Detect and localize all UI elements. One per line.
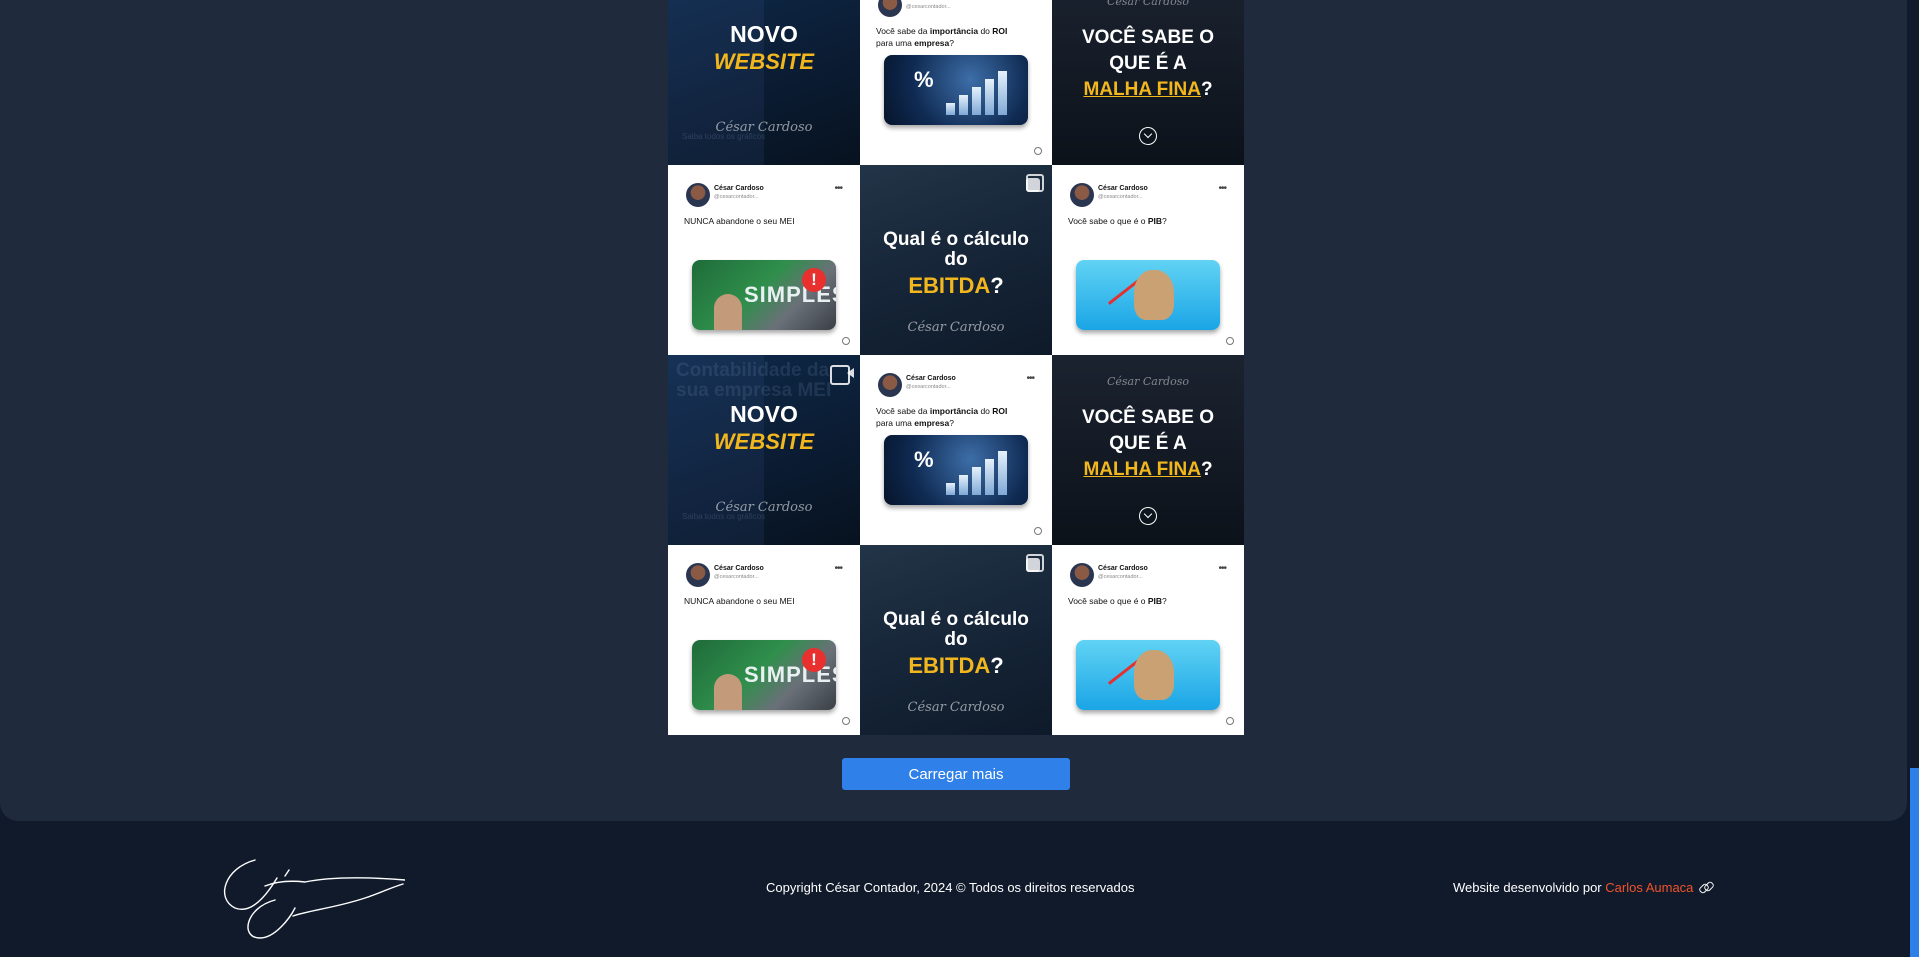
chevron-down-icon bbox=[1139, 507, 1157, 525]
post-signature: César Cardoso bbox=[907, 700, 1005, 715]
tweet-text: Você sabe da importância do ROI para uma … bbox=[876, 26, 1008, 48]
post-title: NOVO bbox=[730, 21, 798, 47]
post-caption: Saiba todos os gráficos bbox=[682, 132, 766, 141]
post-signature: César Cardoso bbox=[1106, 375, 1190, 388]
post-caption: Saiba todos os gráficos bbox=[682, 512, 766, 521]
percent-icon: % bbox=[914, 447, 934, 472]
tweet-author: César Cardoso bbox=[714, 185, 764, 192]
money-bag-image bbox=[1076, 260, 1220, 330]
scrollbar-thumb[interactable] bbox=[1910, 768, 1919, 957]
more-icon: ••• bbox=[1026, 0, 1034, 4]
person-figure bbox=[714, 674, 742, 710]
post-pib-tweet[interactable]: César Cardoso @cesarcontador... ••• Você… bbox=[1052, 165, 1244, 355]
money-bag-icon bbox=[1134, 270, 1174, 320]
signature-logo bbox=[224, 859, 405, 939]
simples-mei-image: SIMPLES ! bbox=[692, 640, 836, 710]
post-title: VOCÊ SABE O QUE É A MALHA FINA? bbox=[1082, 407, 1214, 480]
post-ebitda[interactable]: Qual é o cálculo do EBITDA? César Cardoso bbox=[860, 545, 1052, 735]
growth-bars bbox=[946, 69, 1016, 115]
roi-chart-image: % bbox=[884, 55, 1028, 125]
post-malha-fina[interactable]: César Cardoso VOCÊ SABE O QUE É A MALHA FI… bbox=[1052, 355, 1244, 545]
avatar bbox=[1070, 183, 1094, 207]
post-novo-website[interactable]: NOVO WEBSITE César Cardoso Saiba todos o… bbox=[668, 0, 860, 165]
tweet-author: César Cardoso bbox=[1098, 565, 1148, 572]
percent-icon: % bbox=[914, 67, 934, 92]
content-panel: NOVO WEBSITE César Cardoso Saiba todos o… bbox=[0, 0, 1907, 821]
avatar bbox=[878, 373, 902, 397]
tweet-handle: @cesarcontador... bbox=[714, 574, 759, 580]
post-title: VOCÊ SABE O QUE É A MALHA FINA? bbox=[1082, 27, 1214, 100]
tweet-author: César Cardoso bbox=[714, 565, 764, 572]
watermark-icon bbox=[1226, 337, 1234, 345]
post-malha-fina[interactable]: César Cardoso VOCÊ SABE O QUE É A MALHA FI… bbox=[1052, 0, 1244, 165]
watermark-icon bbox=[1034, 147, 1042, 155]
avatar bbox=[686, 183, 710, 207]
post-ebitda[interactable]: Qual é o cálculo do EBITDA? César Cardoso bbox=[860, 165, 1052, 355]
tweet-handle: @cesarcontador... bbox=[1098, 574, 1143, 580]
carousel-icon bbox=[1026, 554, 1044, 572]
chevron-down-icon bbox=[1139, 127, 1157, 145]
post-accent: WEBSITE bbox=[713, 429, 815, 454]
tweet-text: Você sabe o que é o PIB? bbox=[1068, 216, 1167, 226]
post-novo-website[interactable]: Contabilidade da sua empresa MEI NOVO WEB… bbox=[668, 355, 860, 545]
post-signature: César Cardoso bbox=[907, 320, 1005, 335]
avatar bbox=[686, 563, 710, 587]
alert-icon: ! bbox=[802, 648, 826, 672]
video-icon bbox=[830, 365, 854, 385]
tweet-handle: @cesarcontador... bbox=[714, 194, 759, 200]
more-icon: ••• bbox=[834, 563, 842, 574]
post-title: Qual é o cálculo do EBITDA? bbox=[883, 229, 1029, 299]
simples-mei-image: SIMPLES ! bbox=[692, 260, 836, 330]
tweet-author: César Cardoso bbox=[906, 0, 956, 2]
tweet-handle: @cesarcontador... bbox=[1098, 194, 1143, 200]
post-mei-tweet[interactable]: César Cardoso @cesarcontador... ••• NUNC… bbox=[668, 165, 860, 355]
more-icon: ••• bbox=[1218, 563, 1226, 574]
watermark-icon bbox=[842, 337, 850, 345]
person-figure bbox=[714, 294, 742, 330]
developer-credit: Website desenvolvido por Carlos Aumaca bbox=[1453, 880, 1713, 895]
money-bag-image bbox=[1076, 640, 1220, 710]
tweet-text: NUNCA abandone o seu MEI bbox=[684, 216, 795, 226]
link-icon[interactable] bbox=[1699, 883, 1713, 893]
copyright-text: Copyright César Contador, 2024 © Todos o… bbox=[766, 880, 1135, 895]
avatar bbox=[878, 0, 902, 17]
tweet-author: César Cardoso bbox=[906, 375, 956, 382]
post-accent: WEBSITE bbox=[713, 49, 815, 74]
load-more-button[interactable]: Carregar mais bbox=[842, 758, 1070, 790]
faded-headline: Contabilidade da sua empresa MEI bbox=[676, 360, 832, 401]
growth-bars bbox=[946, 449, 1016, 495]
more-icon: ••• bbox=[1026, 373, 1034, 384]
watermark-icon bbox=[842, 717, 850, 725]
alert-icon: ! bbox=[802, 268, 826, 292]
instagram-feed-grid: NOVO WEBSITE César Cardoso Saiba todos o… bbox=[668, 0, 1244, 735]
post-title: NOVO bbox=[730, 401, 798, 427]
post-mei-tweet[interactable]: César Cardoso @cesarcontador... ••• NUNC… bbox=[668, 545, 860, 735]
more-icon: ••• bbox=[834, 183, 842, 194]
post-signature: César Cardoso bbox=[1106, 0, 1190, 8]
watermark-icon bbox=[1034, 527, 1042, 535]
roi-chart-image: % bbox=[884, 435, 1028, 505]
credit-prefix: Website desenvolvido por bbox=[1453, 880, 1606, 895]
tweet-text: Você sabe o que é o PIB? bbox=[1068, 596, 1167, 606]
more-icon: ••• bbox=[1218, 183, 1226, 194]
avatar bbox=[1070, 563, 1094, 587]
post-title: Qual é o cálculo do EBITDA? bbox=[883, 609, 1029, 679]
tweet-text: Você sabe da importância do ROI para uma … bbox=[876, 406, 1008, 428]
post-roi-tweet[interactable]: César Cardoso @cesarcontador... ••• Você… bbox=[860, 0, 1052, 165]
post-pib-tweet[interactable]: César Cardoso @cesarcontador... ••• Você… bbox=[1052, 545, 1244, 735]
watermark-icon bbox=[1226, 717, 1234, 725]
money-bag-icon bbox=[1134, 650, 1174, 700]
carousel-icon bbox=[1026, 174, 1044, 192]
tweet-author: César Cardoso bbox=[1098, 185, 1148, 192]
post-roi-tweet[interactable]: César Cardoso @cesarcontador... ••• Você… bbox=[860, 355, 1052, 545]
tweet-text: NUNCA abandone o seu MEI bbox=[684, 596, 795, 606]
tweet-handle: @cesarcontador... bbox=[906, 384, 951, 390]
tweet-handle: @cesarcontador... bbox=[906, 4, 951, 10]
developer-link[interactable]: Carlos Aumaca bbox=[1605, 880, 1693, 895]
